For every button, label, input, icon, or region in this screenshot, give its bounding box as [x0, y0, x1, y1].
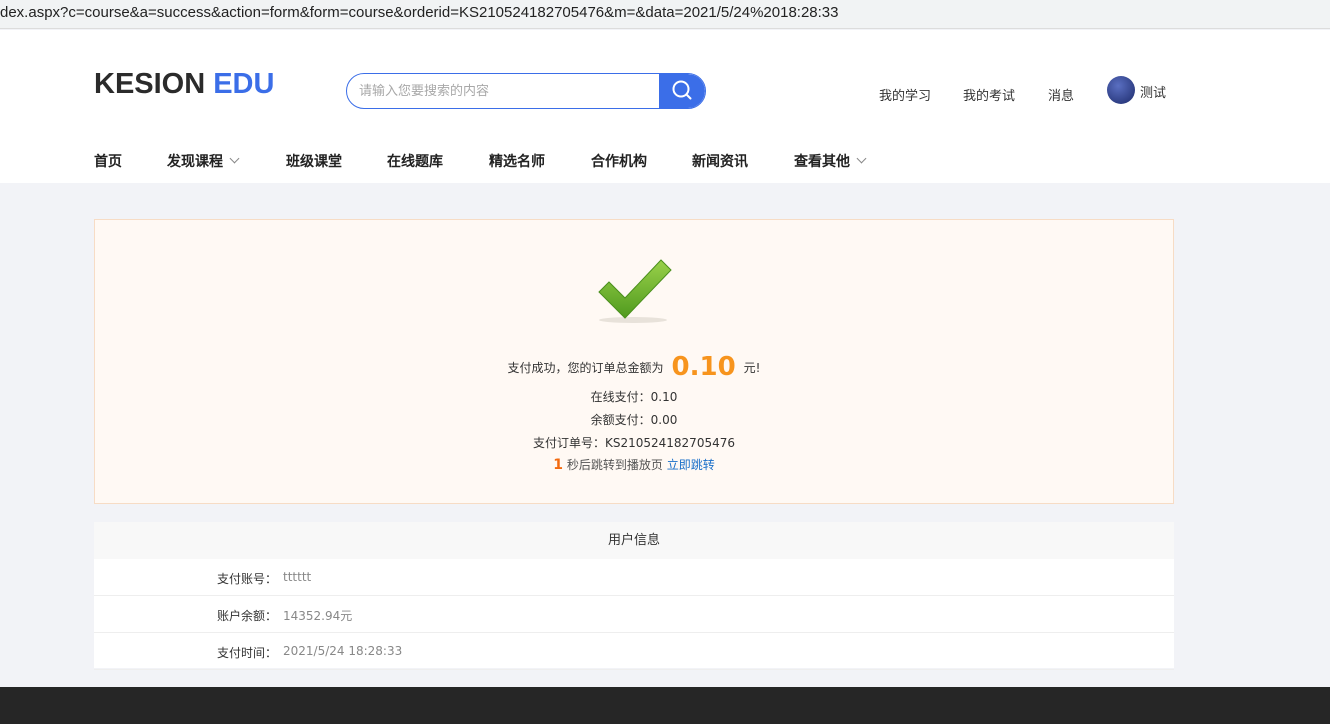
payment-success-panel: 支付成功，您的订单总金额为 0.10 元! 在线支付：0.10 余额支付：0.00 … — [94, 219, 1174, 504]
nav-label: 发现课程 — [167, 154, 223, 170]
url-text[interactable]: dex.aspx?c=course&a=success&action=form&… — [0, 4, 839, 21]
user-info-panel: 用户信息 支付账号： tttttt 账户余额： 14352.94元 支付时间： … — [94, 522, 1174, 670]
balance-payment-line: 余额支付：0.00 — [590, 413, 678, 427]
messages-link[interactable]: 消息 — [1048, 85, 1074, 104]
table-row: 账户余额： 14352.94元 — [94, 596, 1174, 633]
my-exams-link[interactable]: 我的考试 — [963, 85, 1015, 104]
address-bar[interactable]: dex.aspx?c=course&a=success&action=form&… — [0, 0, 1330, 29]
chevron-down-icon — [229, 153, 240, 164]
search-box — [346, 73, 706, 109]
payment-message: 支付成功，您的订单总金额为 — [507, 361, 664, 375]
nav-item-partners[interactable]: 合作机构 — [591, 151, 647, 171]
checkmark-icon — [598, 259, 672, 323]
row-value: 14352.94元 — [283, 609, 353, 623]
table-row: 支付账号： tttttt — [94, 559, 1174, 596]
nav-item-more[interactable]: 查看其他 — [794, 151, 867, 171]
nav-label: 合作机构 — [591, 154, 647, 170]
nav-item-news[interactable]: 新闻资讯 — [692, 151, 748, 171]
countdown-text: 秒后跳转到播放页 — [566, 458, 663, 472]
row-value: tttttt — [283, 570, 312, 584]
nav-item-courses[interactable]: 发现课程 — [167, 151, 240, 171]
user-name[interactable]: 测试 — [1140, 82, 1166, 101]
nav-label: 首页 — [94, 154, 122, 170]
row-label: 支付时间： — [217, 646, 278, 660]
logo-kesion: KESION — [94, 68, 206, 100]
nav-item-teachers[interactable]: 精选名师 — [489, 151, 545, 171]
search-input[interactable] — [347, 74, 659, 108]
site-logo[interactable]: KESION EDU — [94, 68, 274, 101]
logo-edu: EDU — [213, 68, 275, 100]
order-number-line: 支付订单号：KS210524182705476 — [532, 436, 735, 450]
site-footer — [0, 687, 1330, 724]
user-info-title: 用户信息 — [94, 522, 1174, 559]
payment-summary: 支付成功，您的订单总金额为 0.10 元! — [95, 352, 1173, 382]
search-button[interactable] — [659, 74, 705, 108]
site-header: KESIONEDU 我的学习 我的考试 消息 测试 首页 发现课程 班级课堂 在… — [0, 30, 1330, 183]
nav-label: 班级课堂 — [286, 154, 342, 170]
countdown-seconds: 1 — [553, 457, 564, 473]
nav-label: 精选名师 — [489, 154, 545, 170]
nav-label: 查看其他 — [794, 154, 850, 170]
online-payment-line: 在线支付：0.10 — [590, 390, 678, 404]
nav-label: 新闻资讯 — [692, 154, 748, 170]
table-row: 支付时间： 2021/5/24 18:28:33 — [94, 633, 1174, 670]
row-value: 2021/5/24 18:28:33 — [283, 644, 403, 658]
my-learning-link[interactable]: 我的学习 — [879, 85, 931, 104]
redirect-countdown: 1 秒后跳转到播放页 立即跳转 — [95, 456, 1173, 473]
search-icon — [672, 80, 692, 100]
nav-item-question-bank[interactable]: 在线题库 — [387, 151, 443, 171]
row-label: 账户余额： — [217, 609, 278, 623]
nav-label: 在线题库 — [387, 154, 443, 170]
order-amount: 0.10 — [671, 352, 736, 382]
nav-item-classes[interactable]: 班级课堂 — [286, 151, 342, 171]
chevron-down-icon — [856, 153, 867, 164]
avatar[interactable] — [1107, 76, 1135, 104]
row-label: 支付账号： — [217, 572, 278, 586]
jump-now-link[interactable]: 立即跳转 — [667, 458, 715, 472]
currency-suffix: 元! — [743, 361, 761, 375]
nav-item-home[interactable]: 首页 — [94, 151, 122, 171]
